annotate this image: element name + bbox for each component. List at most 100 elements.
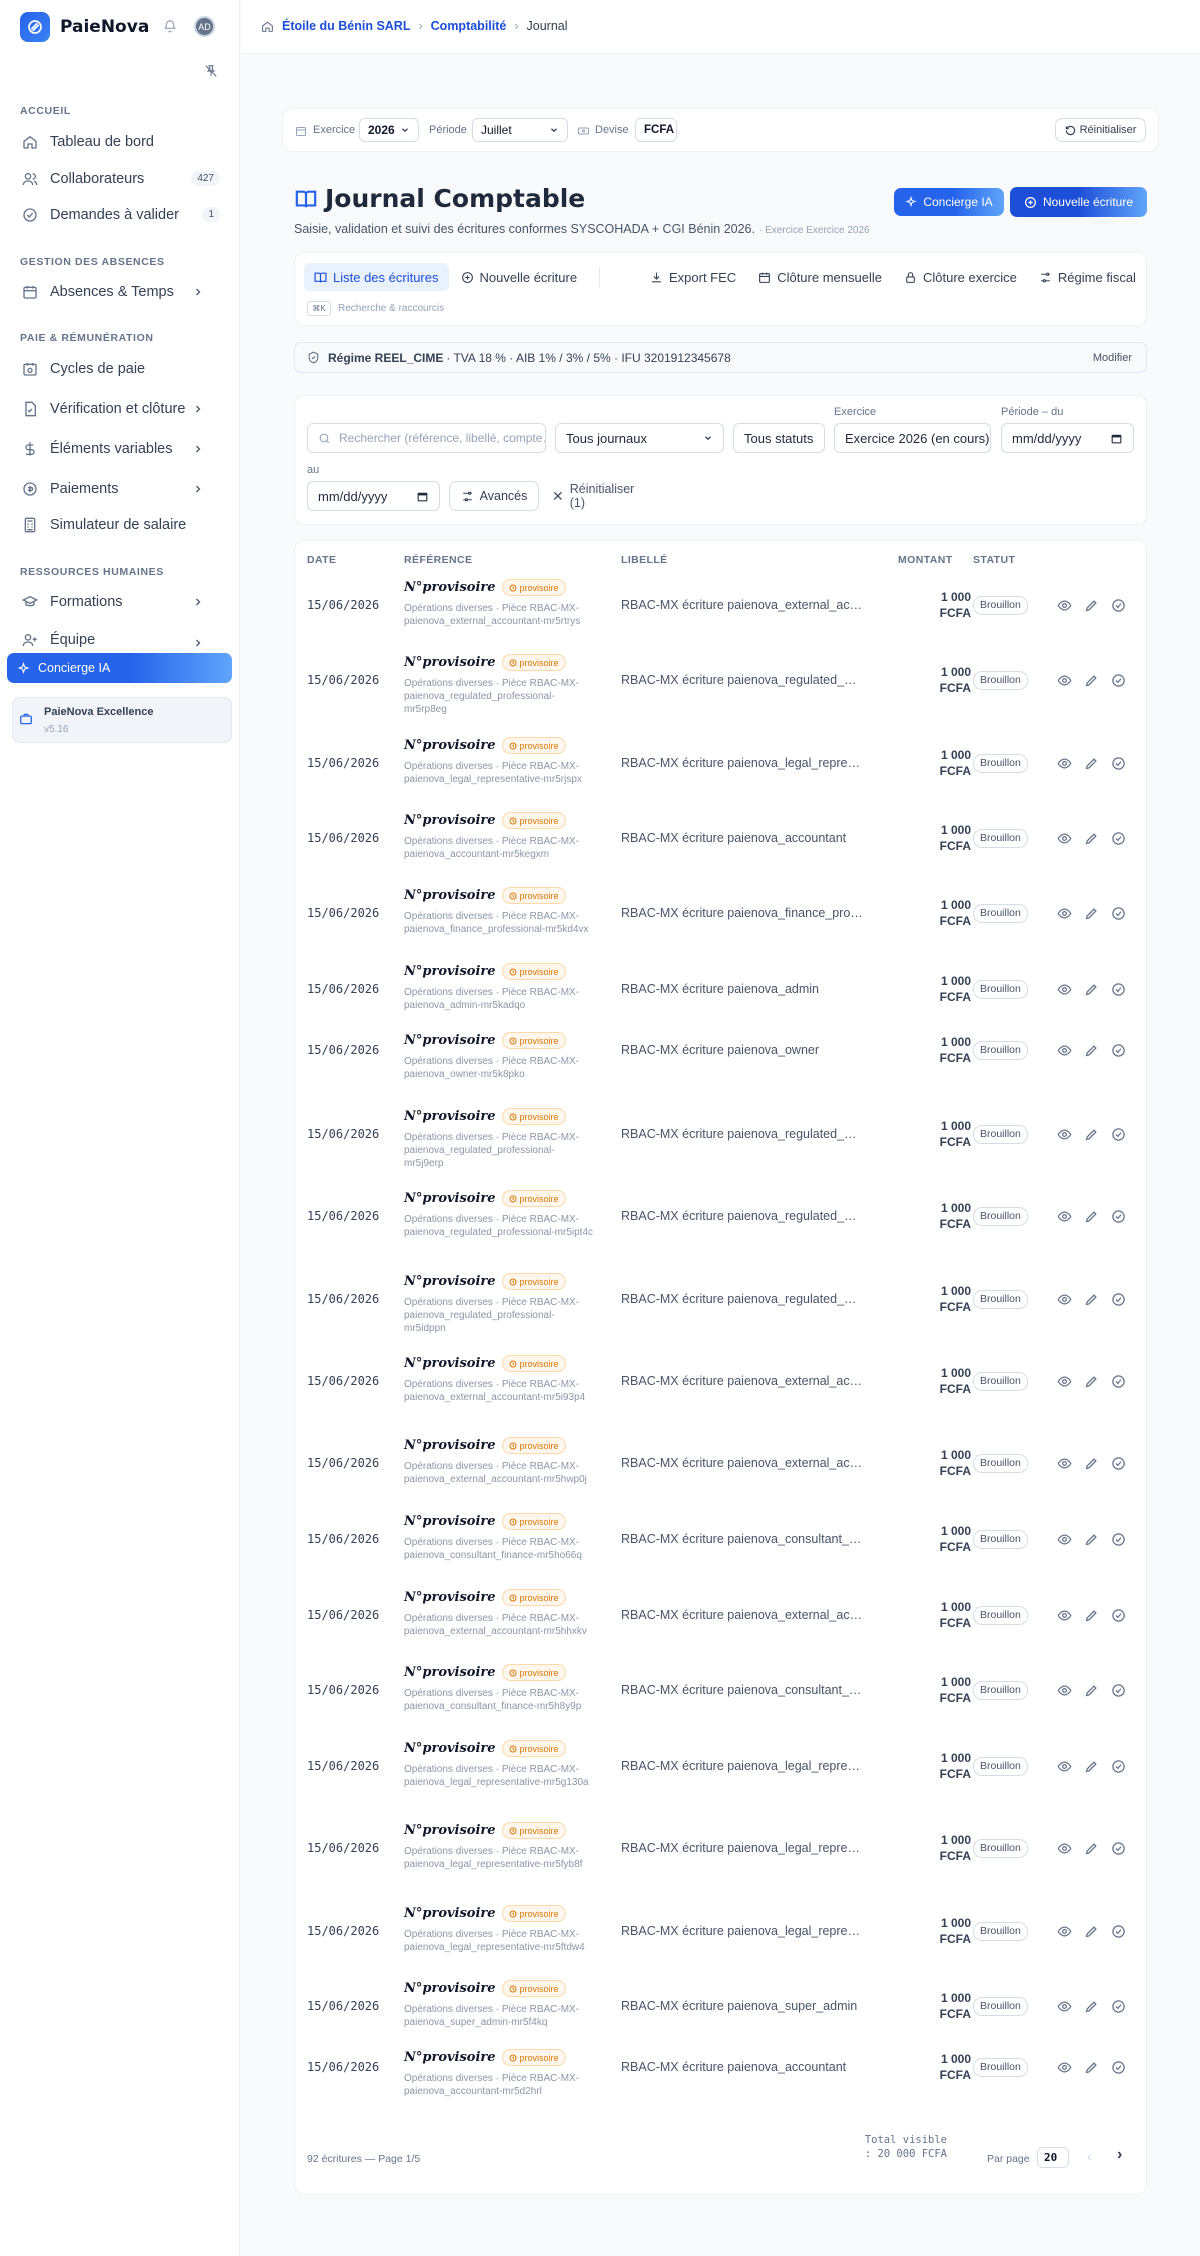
row-ref-number[interactable]: N°provisoire [404, 1665, 496, 1680]
pencil-icon[interactable] [1084, 1127, 1099, 1142]
check-circle-icon[interactable] [1111, 1127, 1126, 1142]
brand[interactable]: PaieNova [20, 12, 149, 42]
eye-icon[interactable] [1057, 1043, 1072, 1058]
check-circle-icon[interactable] [1111, 756, 1126, 771]
reset-period-button[interactable]: Réinitialiser [1055, 118, 1146, 142]
eye-icon[interactable] [1057, 906, 1072, 921]
eye-icon[interactable] [1057, 1127, 1072, 1142]
check-circle-icon[interactable] [1111, 982, 1126, 997]
search-input[interactable]: Rechercher (référence, libellé, compte…) [307, 423, 546, 453]
row-ref-number[interactable]: N°provisoire [404, 1109, 496, 1124]
eye-icon[interactable] [1057, 673, 1072, 688]
pencil-icon[interactable] [1084, 598, 1099, 613]
pencil-icon[interactable] [1084, 1999, 1099, 2014]
col-header-montant[interactable]: MONTANT [898, 554, 953, 566]
period-to-input[interactable]: mm/dd/yyyy [307, 481, 440, 511]
row-ref-number[interactable]: N°provisoire [404, 1741, 496, 1756]
check-circle-icon[interactable] [1111, 673, 1126, 688]
eye-icon[interactable] [1057, 1683, 1072, 1698]
row-ref-number[interactable]: N°provisoire [404, 1981, 496, 1996]
pencil-icon[interactable] [1084, 1209, 1099, 1224]
plan-card[interactable]: PaieNova Excellence v5.16 [12, 697, 232, 743]
sidebar-item-cycles[interactable]: Cycles de paie [16, 354, 224, 384]
sidebar-item-verification[interactable]: Vérification et clôture [16, 394, 224, 424]
exercice-select[interactable]: 2026 [359, 118, 419, 142]
pencil-icon[interactable] [1084, 1532, 1099, 1547]
check-circle-icon[interactable] [1111, 1532, 1126, 1547]
sidebar-item-elements-variables[interactable]: Éléments variables [16, 434, 224, 464]
concierge-sidebar-button[interactable]: Concierge IA [7, 653, 232, 683]
check-circle-icon[interactable] [1111, 598, 1126, 613]
check-circle-icon[interactable] [1111, 1999, 1126, 2014]
eye-icon[interactable] [1057, 831, 1072, 846]
shortcut-label[interactable]: Recherche & raccourcis [338, 303, 444, 314]
check-circle-icon[interactable] [1111, 831, 1126, 846]
home-icon[interactable] [261, 20, 274, 33]
sidebar-item-equipe[interactable]: Équipe [16, 628, 224, 648]
check-circle-icon[interactable] [1111, 1374, 1126, 1389]
tab-new[interactable]: Nouvelle écriture [461, 270, 577, 285]
eye-icon[interactable] [1057, 1924, 1072, 1939]
pencil-icon[interactable] [1084, 982, 1099, 997]
sidebar-item-absences[interactable]: Absences & Temps [16, 277, 224, 307]
row-ref-number[interactable]: N°provisoire [404, 738, 496, 753]
journal-select[interactable]: Tous journaux [555, 423, 724, 453]
tab-monthly-close[interactable]: Clôture mensuelle [758, 270, 882, 285]
row-ref-number[interactable]: N°provisoire [404, 580, 496, 595]
sidebar-item-demandes[interactable]: Demandes à valider 1 [16, 200, 224, 230]
tab-export[interactable]: Export FEC [650, 270, 736, 285]
check-circle-icon[interactable] [1111, 1456, 1126, 1471]
pencil-icon[interactable] [1084, 1292, 1099, 1307]
pencil-icon[interactable] [1084, 1374, 1099, 1389]
avatar[interactable]: AD [194, 16, 215, 37]
reset-filters-button[interactable]: ✕ Réinitialiser (1) [552, 481, 652, 511]
eye-icon[interactable] [1057, 1292, 1072, 1307]
row-ref-number[interactable]: N°provisoire [404, 888, 496, 903]
period-from-input[interactable]: mm/dd/yyyy [1001, 423, 1134, 453]
eye-icon[interactable] [1057, 1456, 1072, 1471]
col-header-date[interactable]: DATE [307, 554, 336, 566]
pencil-icon[interactable] [1084, 756, 1099, 771]
row-ref-number[interactable]: N°provisoire [404, 1191, 496, 1206]
eye-icon[interactable] [1057, 1841, 1072, 1856]
next-page-icon[interactable]: › [1117, 2146, 1122, 2164]
tab-annual-close[interactable]: Clôture exercice [904, 270, 1017, 285]
row-ref-number[interactable]: N°provisoire [404, 1590, 496, 1605]
row-ref-number[interactable]: N°provisoire [404, 1823, 496, 1838]
pencil-icon[interactable] [1084, 1608, 1099, 1623]
check-circle-icon[interactable] [1111, 1292, 1126, 1307]
row-ref-number[interactable]: N°provisoire [404, 964, 496, 979]
row-ref-number[interactable]: N°provisoire [404, 1514, 496, 1529]
check-circle-icon[interactable] [1111, 906, 1126, 921]
bell-icon[interactable] [163, 19, 177, 36]
statut-select[interactable]: Tous statuts [733, 423, 825, 453]
row-ref-number[interactable]: N°provisoire [404, 1906, 496, 1921]
row-ref-number[interactable]: N°provisoire [404, 655, 496, 670]
row-ref-number[interactable]: N°provisoire [404, 1033, 496, 1048]
row-ref-number[interactable]: N°provisoire [404, 1274, 496, 1289]
eye-icon[interactable] [1057, 756, 1072, 771]
calendar-icon[interactable] [1110, 432, 1123, 445]
sidebar-item-formations[interactable]: Formations [16, 587, 224, 617]
advanced-filters-button[interactable]: Avancés [449, 481, 539, 511]
pencil-icon[interactable] [1084, 1841, 1099, 1856]
check-circle-icon[interactable] [1111, 1683, 1126, 1698]
check-circle-icon[interactable] [1111, 1043, 1126, 1058]
row-ref-number[interactable]: N°provisoire [404, 813, 496, 828]
check-circle-icon[interactable] [1111, 1209, 1126, 1224]
col-header-statut[interactable]: STATUT [973, 554, 1015, 566]
eye-icon[interactable] [1057, 598, 1072, 613]
check-circle-icon[interactable] [1111, 1841, 1126, 1856]
eye-icon[interactable] [1057, 1759, 1072, 1774]
breadcrumb-company[interactable]: Étoile du Bénin SARL [282, 19, 410, 33]
eye-icon[interactable] [1057, 1999, 1072, 2014]
pencil-icon[interactable] [1084, 906, 1099, 921]
check-circle-icon[interactable] [1111, 1608, 1126, 1623]
col-header-libelle[interactable]: LIBELLÉ [621, 554, 668, 566]
row-ref-number[interactable]: N°provisoire [404, 2050, 496, 2065]
row-ref-number[interactable]: N°provisoire [404, 1438, 496, 1453]
sidebar-item-simulateur[interactable]: Simulateur de salaire [16, 510, 224, 540]
sidebar-item-collaborateurs[interactable]: Collaborateurs 427 [16, 164, 224, 194]
check-circle-icon[interactable] [1111, 1924, 1126, 1939]
pencil-icon[interactable] [1084, 1043, 1099, 1058]
